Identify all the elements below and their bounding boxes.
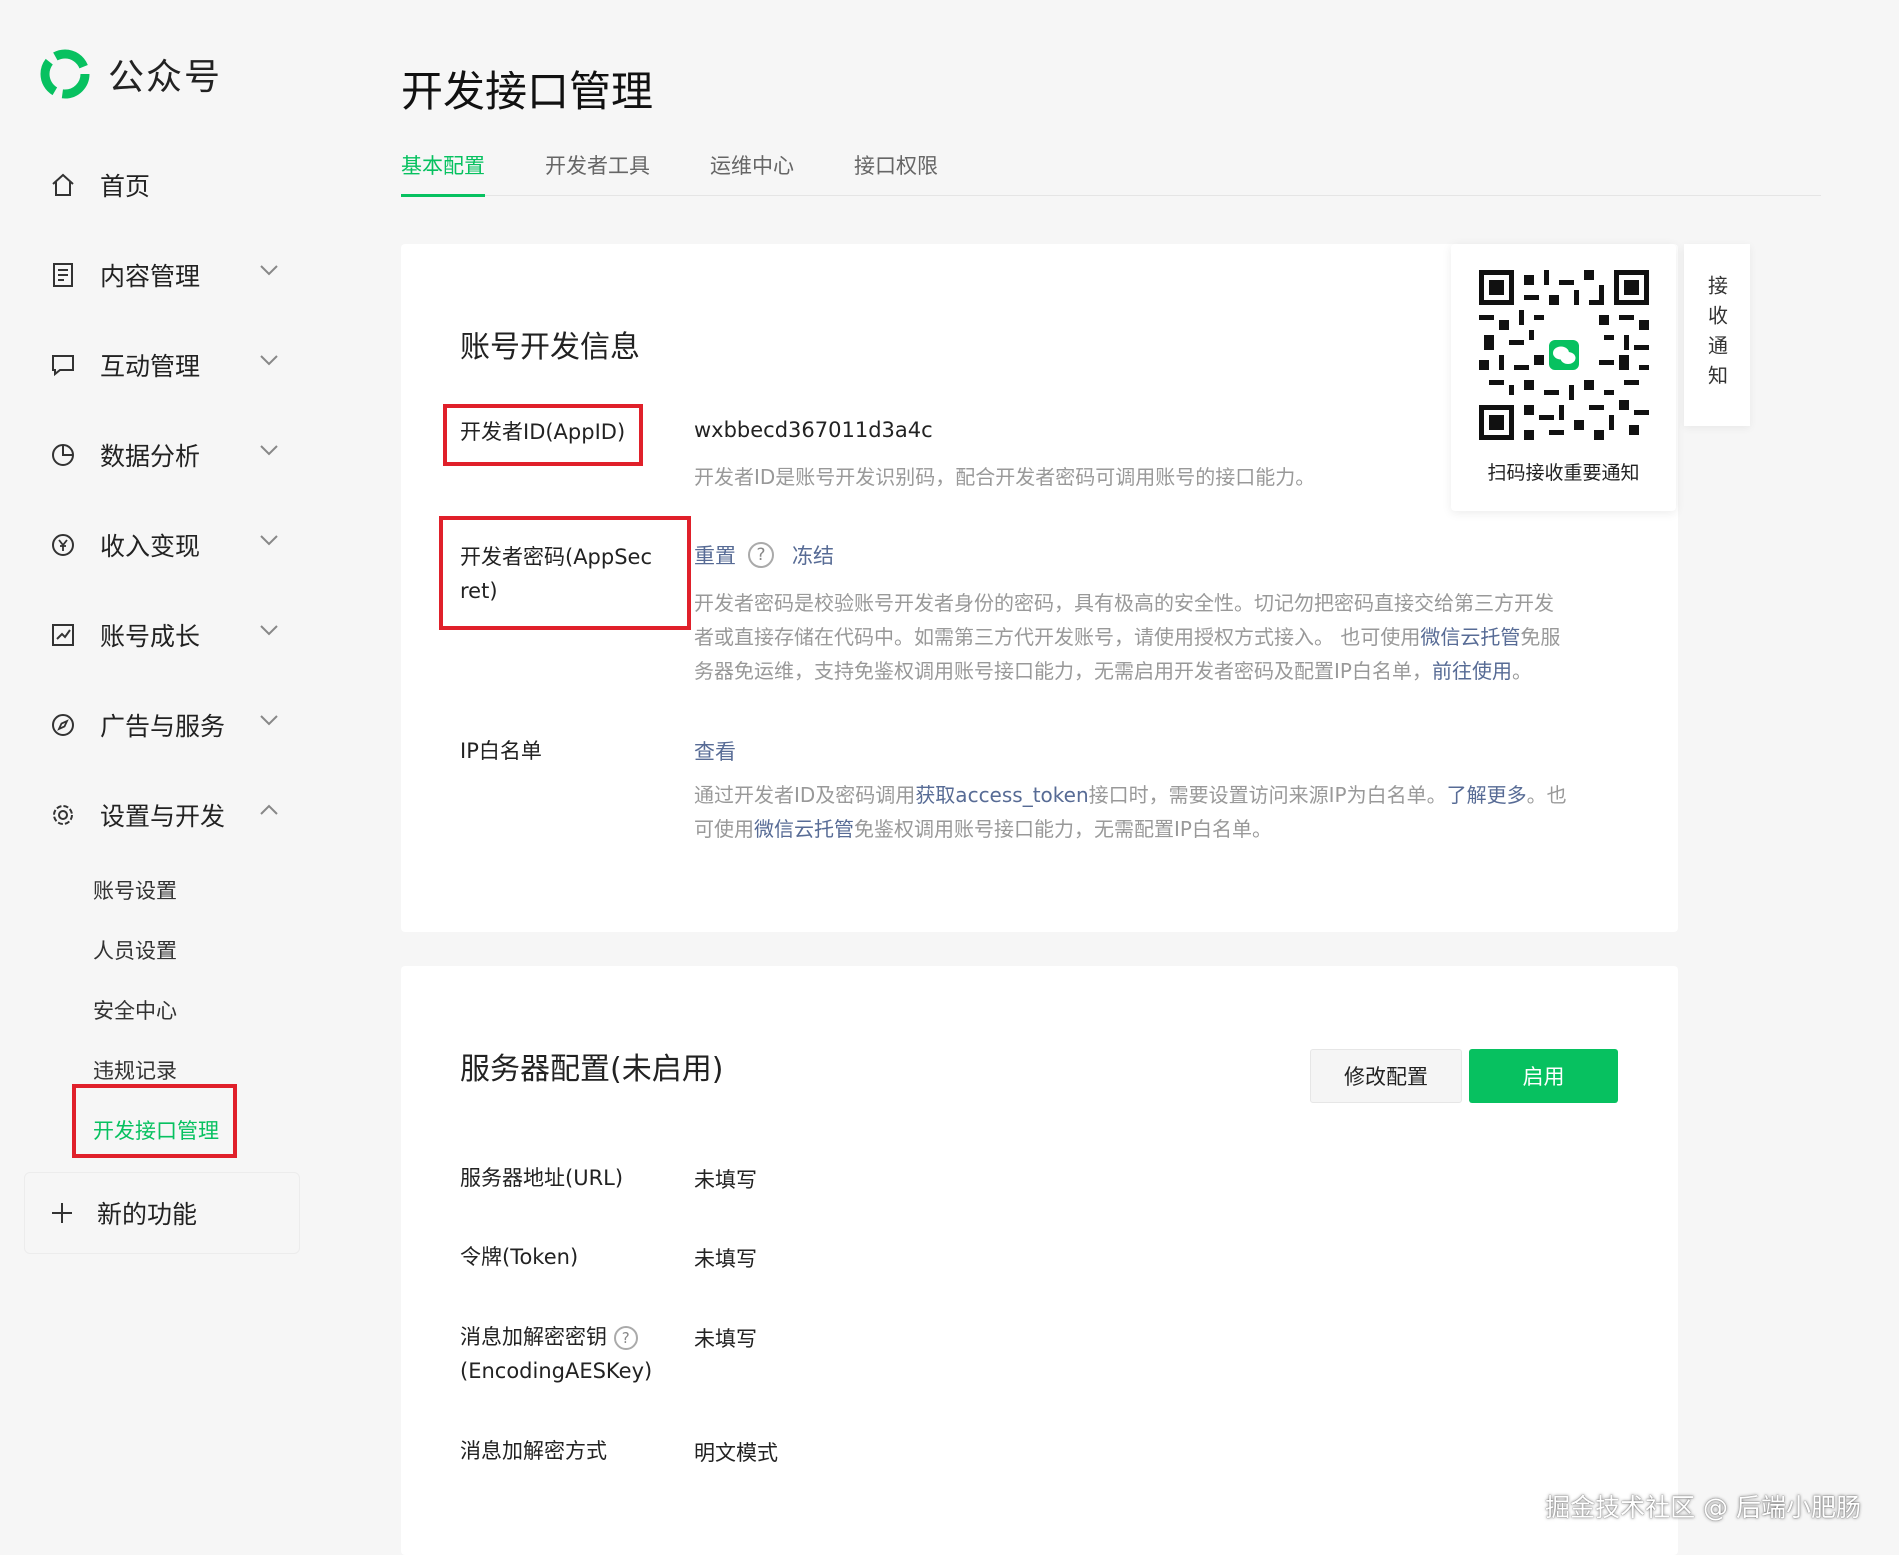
desc-text: 接口时，需要设置访问来源IP为白名单。 [1088, 783, 1447, 807]
new-feature-label: 新的功能 [97, 1200, 198, 1229]
tab-ops-center[interactable]: 运维中心 [710, 150, 794, 196]
aes-key-label-line1: 消息加解密密钥 ? [460, 1320, 652, 1354]
appsecret-desc-line2: 者或直接存储在代码中。如需第三方代开发账号，请使用授权方式接入。 也可使用微信云… [694, 620, 1614, 654]
chevron-down-icon [260, 445, 278, 456]
ip-whitelist-view-link[interactable]: 查看 [694, 736, 736, 766]
app-logo[interactable]: 公众号 [40, 48, 222, 100]
compass-icon [48, 710, 78, 740]
highlight-box-appsecret [439, 516, 691, 630]
help-icon[interactable]: ? [613, 1326, 638, 1350]
qr-code-icon [1479, 270, 1649, 440]
new-feature-button[interactable]: 新的功能 [24, 1172, 300, 1254]
reset-secret-link[interactable]: 重置 [694, 540, 736, 570]
ip-desc-line2: 可使用微信云托管免鉴权调用账号接口能力，无需配置IP白名单。 [694, 812, 1614, 846]
server-url-label: 服务器地址(URL) [460, 1166, 624, 1190]
sidebar-item-label: 互动管理 [100, 352, 201, 381]
aes-key-label-text: 消息加解密密钥 [460, 1325, 607, 1349]
learn-more-link[interactable]: 了解更多 [1447, 783, 1527, 807]
plus-icon [52, 1203, 72, 1223]
chat-icon [48, 350, 78, 380]
chevron-down-icon [260, 535, 278, 546]
tab-api-permissions[interactable]: 接口权限 [854, 150, 938, 196]
chevron-up-icon [260, 804, 278, 815]
server-url-value: 未填写 [694, 1168, 757, 1192]
sidebar-subitem-security[interactable]: 安全中心 [93, 980, 300, 1040]
appsecret-description: 开发者密码是校验账号开发者身份的密码，具有极高的安全性。切记勿把密码直接交给第三… [694, 586, 1614, 688]
desc-text: 。 [1511, 659, 1532, 683]
sidebar-item-analytics[interactable]: 数据分析 [24, 410, 300, 500]
sidebar-item-label: 设置与开发 [100, 802, 226, 831]
sidebar-item-growth[interactable]: 账号成长 [24, 590, 300, 680]
pie-chart-icon [48, 440, 78, 470]
sidebar-item-monetization[interactable]: 收入变现 [24, 500, 300, 590]
sidebar-item-interaction[interactable]: 互动管理 [24, 320, 300, 410]
modify-config-button[interactable]: 修改配置 [1310, 1049, 1462, 1103]
sidebar-item-settings-dev[interactable]: 设置与开发 [24, 770, 300, 860]
chevron-down-icon [260, 355, 278, 366]
qr-notify-card: 扫码接收重要通知 [1451, 244, 1676, 511]
token-label: 令牌(Token) [460, 1245, 579, 1269]
encryption-mode-value: 明文模式 [694, 1441, 778, 1465]
sidebar-item-ads[interactable]: 广告与服务 [24, 680, 300, 770]
cloud-hosting-link[interactable]: 微信云托管 [1420, 625, 1520, 649]
sidebar-item-label: 广告与服务 [100, 712, 226, 741]
sidebar-item-label: 内容管理 [100, 262, 201, 291]
go-use-link[interactable]: 前往使用 [1432, 659, 1512, 683]
desc-text: 通过开发者ID及密码调用 [694, 783, 916, 807]
tab-basic-config[interactable]: 基本配置 [401, 150, 485, 197]
freeze-secret-link[interactable]: 冻结 [792, 540, 834, 570]
app-name: 公众号 [108, 57, 223, 98]
growth-chart-icon [48, 620, 78, 650]
ip-whitelist-description: 通过开发者ID及密码调用获取access_token接口时，需要设置访问来源IP… [694, 778, 1614, 846]
appsecret-desc-line3: 务器免运维，支持免鉴权调用账号接口能力，无需启用开发者密码及配置IP白名单，前往… [694, 654, 1614, 688]
tab-bar: 基本配置 开发者工具 运维中心 接口权限 [401, 150, 1821, 197]
appid-value: wxbbecd367011d3a4c [694, 418, 933, 442]
help-icon[interactable]: ? [748, 542, 774, 568]
aes-key-label-line2: (EncodingAESKey) [460, 1359, 653, 1383]
desc-text: 免鉴权调用账号接口能力，无需配置IP白名单。 [854, 817, 1272, 841]
brand-logo-icon [40, 49, 90, 99]
chevron-down-icon [260, 715, 278, 726]
qr-caption: 扫码接收重要通知 [1487, 462, 1640, 484]
desc-text: 免服 [1520, 625, 1561, 649]
desc-text: 者或直接存储在代码中。如需第三方代开发账号，请使用授权方式接入。 也可使用 [694, 625, 1421, 649]
sidebar-item-label: 首页 [100, 172, 151, 201]
ip-desc-line1: 通过开发者ID及密码调用获取access_token接口时，需要设置访问来源IP… [694, 778, 1614, 812]
watermark-text: 掘金技术社区 @ 后端小肥肠 [1545, 1493, 1861, 1522]
receive-notification-tab[interactable]: 接收通知 [1684, 244, 1750, 426]
cloud-hosting-link[interactable]: 微信云托管 [754, 817, 854, 841]
sidebar-item-label: 账号成长 [100, 622, 201, 651]
access-token-link[interactable]: 获取access_token [915, 783, 1088, 807]
appsecret-desc-line1: 开发者密码是校验账号开发者身份的密码，具有极高的安全性。切记勿把密码直接交给第三… [694, 591, 1554, 615]
desc-text: 可使用 [694, 817, 754, 841]
encryption-mode-label: 消息加解密方式 [460, 1439, 607, 1463]
sidebar-item-home[interactable]: 首页 [24, 140, 300, 230]
yen-icon [48, 530, 78, 560]
page-title: 开发接口管理 [401, 67, 654, 116]
token-value: 未填写 [694, 1247, 757, 1271]
enable-button[interactable]: 启用 [1469, 1049, 1618, 1103]
sidebar-item-label: 收入变现 [100, 532, 201, 561]
aes-key-label: 消息加解密密钥 ? (EncodingAESKey) [460, 1320, 652, 1388]
aes-key-value: 未填写 [694, 1327, 757, 1351]
gear-icon [48, 800, 78, 830]
sidebar-subitem-members[interactable]: 人员设置 [93, 920, 300, 980]
chevron-down-icon [260, 625, 278, 636]
document-icon [48, 260, 78, 290]
desc-text: 务器免运维，支持免鉴权调用账号接口能力，无需启用开发者密码及配置IP白名单， [694, 659, 1432, 683]
dev-info-title: 账号开发信息 [460, 330, 640, 365]
sidebar-item-content[interactable]: 内容管理 [24, 230, 300, 320]
sidebar-subitem-account[interactable]: 账号设置 [93, 860, 300, 920]
tab-dev-tools[interactable]: 开发者工具 [545, 150, 650, 196]
sidebar-item-label: 数据分析 [100, 442, 201, 471]
highlight-box-dev-api-menu [72, 1084, 237, 1158]
appsecret-actions: 重置 ? 冻结 [694, 540, 834, 570]
ip-whitelist-label: IP白名单 [460, 739, 542, 763]
server-config-title: 服务器配置(未启用) [460, 1052, 724, 1087]
chevron-down-icon [260, 265, 278, 276]
desc-text: 。也 [1526, 783, 1567, 807]
sidebar-nav: 首页 内容管理 互动管理 数据分析 收入变现 账号成长 广告与服务 设置与开发 … [24, 140, 300, 1160]
highlight-box-appid [443, 404, 643, 466]
home-icon [48, 170, 78, 200]
